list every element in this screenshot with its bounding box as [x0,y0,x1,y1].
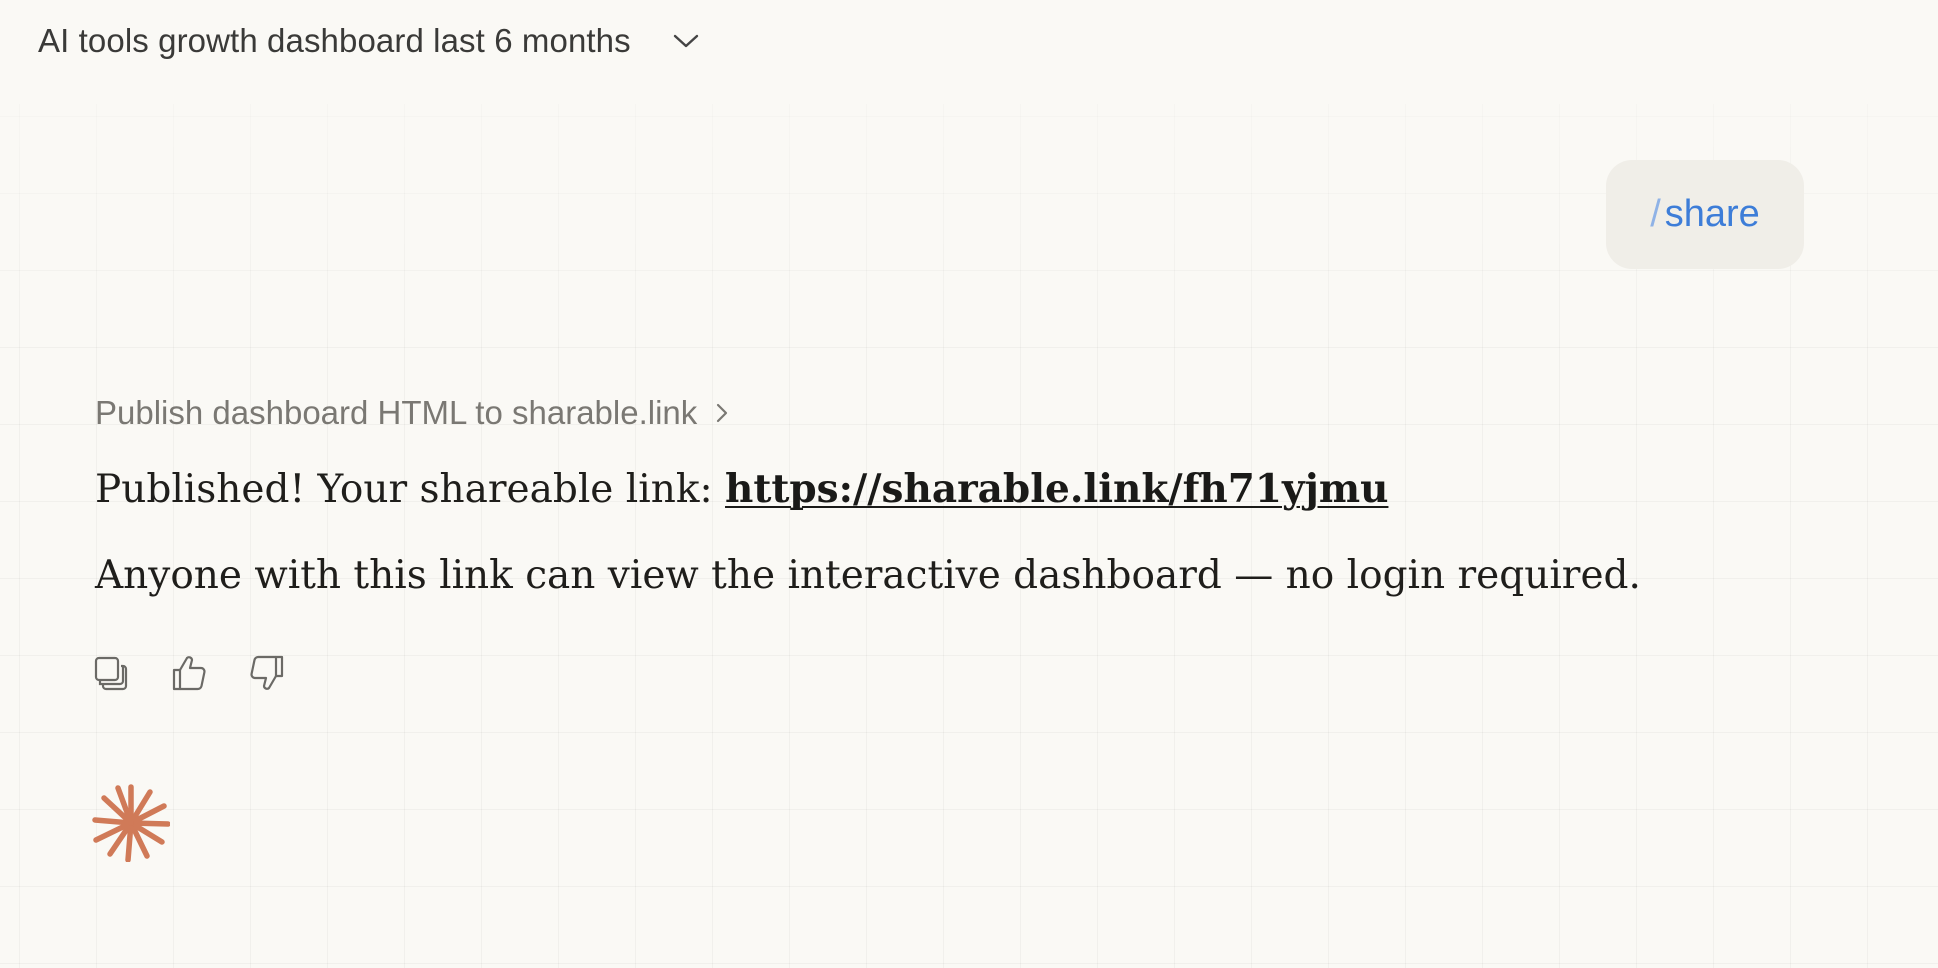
tool-call-summary[interactable]: Publish dashboard HTML to sharable.link [95,394,733,432]
slash-prefix: / [1650,193,1661,235]
thumbs-up-icon[interactable] [170,652,208,694]
thumbs-down-icon[interactable] [248,652,286,694]
tool-call-label: Publish dashboard HTML to sharable.link [95,394,698,431]
chevron-right-icon [711,402,733,424]
chevron-down-icon[interactable] [671,26,701,56]
header: AI tools growth dashboard last 6 months [0,0,1938,86]
copy-icon[interactable] [92,652,130,694]
conversation-title-dropdown[interactable]: AI tools growth dashboard last 6 months [38,22,701,60]
user-message-bubble: / share [1606,160,1804,269]
published-prefix: Published! Your shareable link: [95,467,726,512]
message-actions [92,652,286,694]
share-link[interactable]: https://sharable.link/fh71yjmu [725,466,1388,512]
access-note: Anyone with this link can view the inter… [95,553,1641,598]
assistant-spark-icon [92,784,170,862]
published-message: Published! Your shareable link: https://… [95,466,1388,512]
slash-command: share [1664,193,1760,235]
conversation-title: AI tools growth dashboard last 6 months [38,22,631,59]
